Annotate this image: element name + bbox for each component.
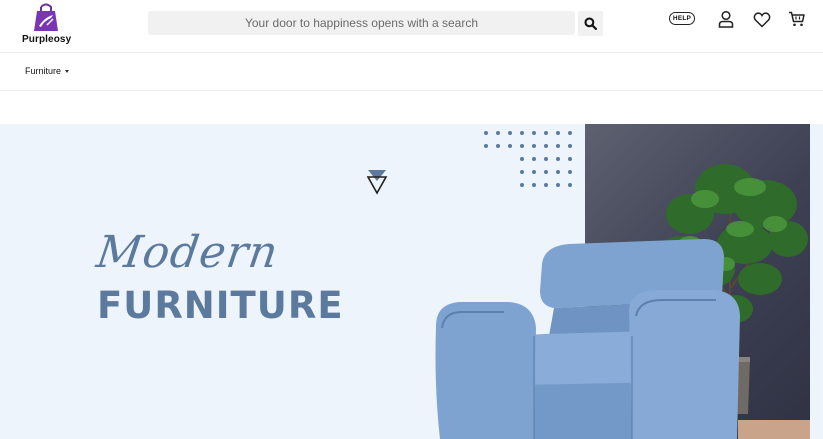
brand-logo[interactable]: Purpleosy bbox=[22, 3, 72, 49]
site-header: Purpleosy HELP bbox=[0, 0, 823, 53]
brand-name: Purpleosy bbox=[22, 34, 72, 45]
account-button[interactable] bbox=[716, 9, 736, 29]
armchair-image bbox=[435, 239, 740, 439]
heart-icon bbox=[753, 11, 771, 28]
user-icon bbox=[718, 10, 734, 28]
nav-item-furniture[interactable]: Furniture bbox=[25, 66, 70, 76]
chevron-down-icon bbox=[65, 69, 70, 73]
cart-button[interactable] bbox=[787, 9, 807, 29]
triangle-decoration bbox=[366, 170, 388, 195]
hero-banner[interactable]: Modern FURNITURE bbox=[0, 124, 823, 439]
hero-script-text: Modern bbox=[93, 227, 282, 278]
cart-icon bbox=[789, 11, 805, 27]
search-button[interactable] bbox=[578, 11, 603, 36]
search-input[interactable] bbox=[148, 11, 575, 35]
hero-title: FURNITURE bbox=[97, 284, 344, 327]
wood-floor bbox=[738, 420, 810, 439]
hero-right-edge bbox=[810, 124, 823, 439]
shopping-bag-logo-icon bbox=[34, 3, 58, 31]
category-nav: Furniture bbox=[0, 53, 823, 91]
dot-pattern-decoration bbox=[484, 131, 572, 187]
help-button[interactable]: HELP bbox=[669, 12, 695, 25]
search-icon bbox=[584, 17, 597, 30]
nav-item-label: Furniture bbox=[25, 66, 62, 76]
wishlist-button[interactable] bbox=[752, 9, 772, 29]
